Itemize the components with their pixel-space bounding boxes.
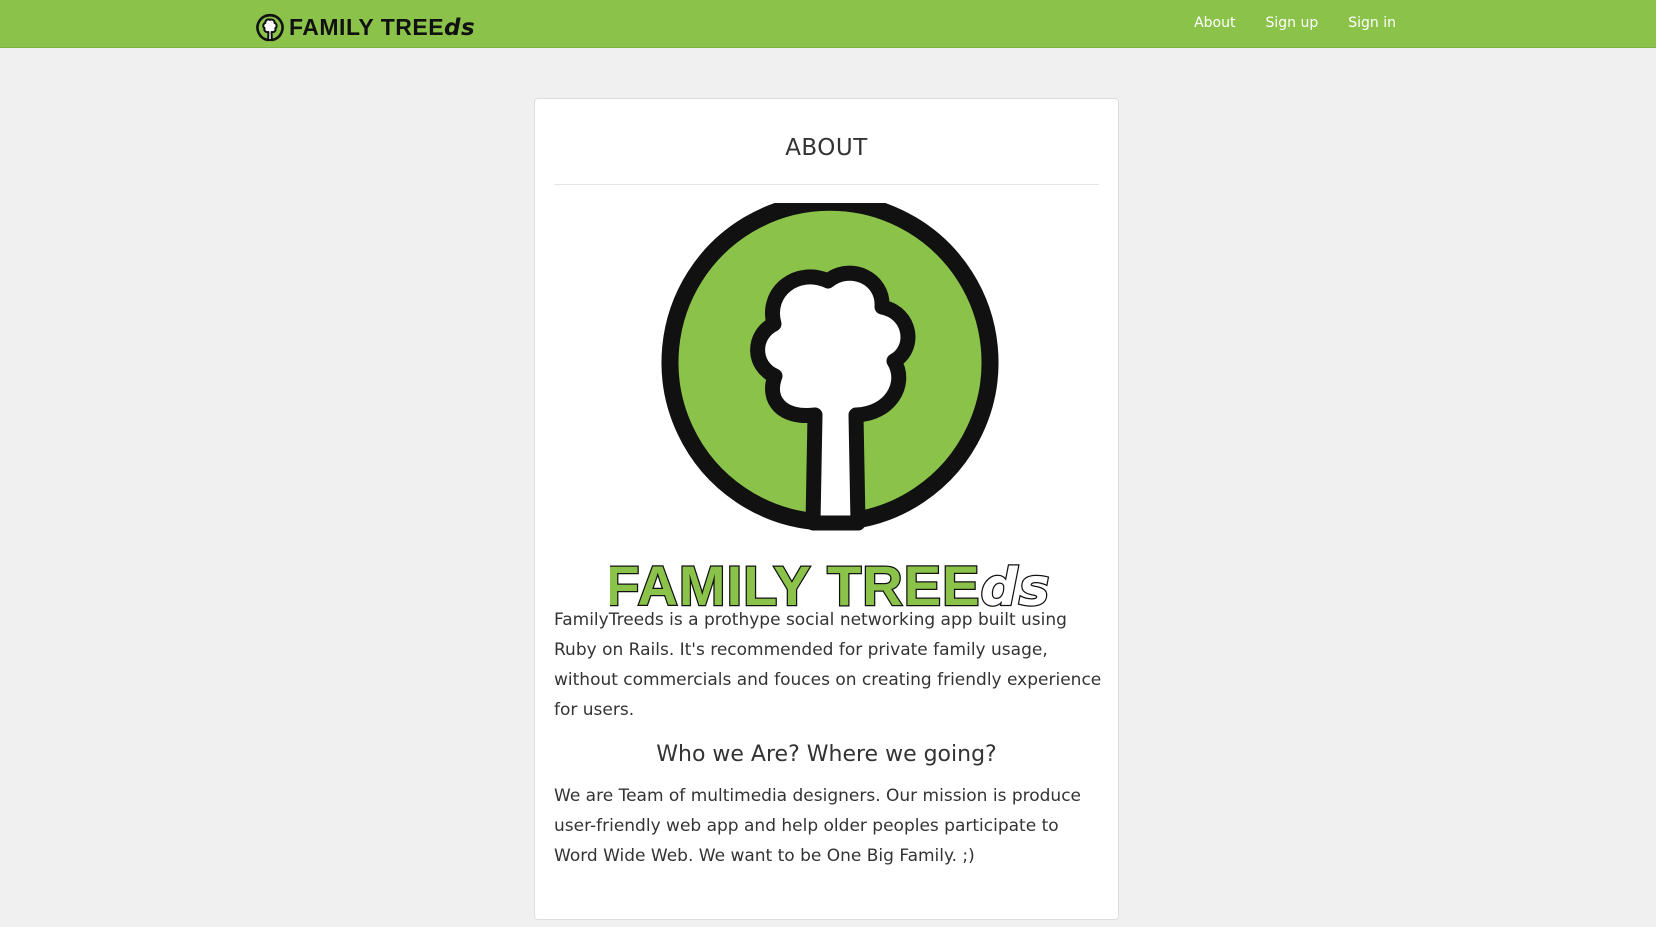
brand-wordmark-suffix: ds [444, 14, 476, 41]
brand-wordmark-main: FAMILY TREE [289, 13, 445, 40]
nav-links: About Sign up Sign in [1164, 0, 1396, 46]
mission-paragraph: We are Team of multimedia designers. Our… [554, 786, 1082, 866]
nav-about-link[interactable]: About [1194, 15, 1235, 31]
intro-paragraph: FamilyTreeds is a prothype social networ… [554, 610, 1102, 720]
logo-wordmark-main: FAMILY TREE [610, 554, 980, 609]
top-navbar: FAMILY TREEds About Sign up Sign in [0, 0, 1656, 48]
brand-wordmark: FAMILY TREEds [289, 14, 475, 41]
title-divider [554, 184, 1099, 185]
nav-signup-link[interactable]: Sign up [1266, 15, 1319, 31]
brand-logo-link[interactable]: FAMILY TREEds [256, 11, 475, 43]
who-we-are-heading: Who we Are? Where we going? [656, 742, 997, 767]
about-card: ABOUT FAMILY TREEds FamilyTreeds is a pr… [534, 98, 1119, 920]
logo-wordmark-suffix: ds [980, 558, 1050, 609]
logo-wordmark: FAMILY TREEds [610, 554, 1050, 609]
family-treeds-logo: FAMILY TREEds [610, 203, 1050, 609]
tree-icon [661, 203, 999, 531]
nav-signin-link[interactable]: Sign in [1348, 15, 1396, 31]
tree-icon [256, 13, 284, 42]
page-title: ABOUT [785, 135, 868, 161]
